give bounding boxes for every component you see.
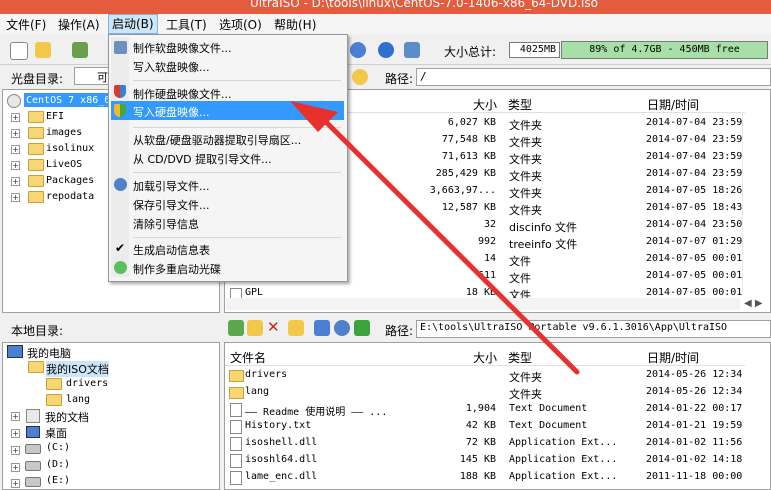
annotation-arrow	[290, 101, 580, 375]
arrow-shaft	[319, 115, 580, 375]
